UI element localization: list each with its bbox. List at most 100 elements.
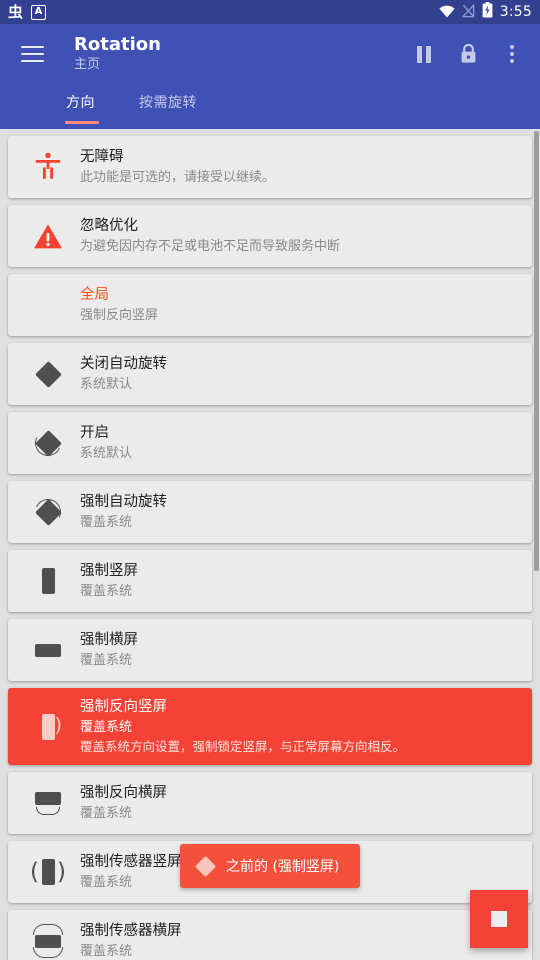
card-text: 强制反向横屏 覆盖系统 bbox=[78, 783, 522, 823]
card-title: 强制传感器横屏 bbox=[80, 923, 182, 939]
card-subtitle: 覆盖系统 bbox=[80, 653, 133, 668]
card-text: 忽略优化 为避免因内存不足或电池不足而导致服务中断 bbox=[78, 216, 522, 256]
bottom-arc bbox=[33, 947, 63, 958]
card-force-portrait[interactable]: 强制竖屏 覆盖系统 bbox=[8, 550, 532, 612]
app-bar-actions bbox=[402, 24, 534, 84]
card-text: 强制自动旋转 覆盖系统 bbox=[78, 492, 522, 532]
card-title: 强制自动旋转 bbox=[80, 494, 167, 510]
status-bar: 虫 A 3:55 bbox=[0, 0, 540, 24]
battery-charging-icon bbox=[482, 2, 493, 22]
status-bar-right-icons: 3:55 bbox=[439, 2, 532, 22]
card-text: 全局 强制反向竖屏 bbox=[78, 285, 522, 325]
tab-orientation[interactable]: 方向 bbox=[62, 84, 111, 124]
card-title: 强制反向竖屏 bbox=[80, 699, 167, 715]
card-subtitle: 强制反向竖屏 bbox=[80, 308, 159, 323]
card-title: 无障碍 bbox=[80, 149, 124, 165]
card-force-reverse-portrait[interactable]: ) 强制反向竖屏 覆盖系统 覆盖系统方向设置，强制锁定竖屏，与正常屏幕方向相反。 bbox=[8, 688, 532, 765]
keyboard-layout-icon: A bbox=[31, 4, 47, 20]
app-bar-titles: Rotation 主页 bbox=[74, 34, 161, 74]
list-scrollbar[interactable] bbox=[534, 131, 539, 571]
menu-line bbox=[20, 60, 44, 62]
landscape-shape bbox=[35, 934, 61, 948]
sensor-portrait-icon: ( ) bbox=[18, 856, 78, 888]
snackbar-label: 之前的 (强制竖屏) bbox=[226, 859, 340, 875]
menu-line bbox=[20, 53, 44, 55]
hamburger-menu-icon[interactable] bbox=[4, 26, 60, 82]
card-title: 关闭自动旋转 bbox=[80, 356, 167, 372]
card-subtitle: 覆盖系统 bbox=[80, 584, 133, 599]
card-text: 强制横屏 覆盖系统 bbox=[78, 630, 522, 670]
diamond-icon bbox=[194, 855, 217, 877]
app-bar-row: Rotation 主页 bbox=[0, 24, 540, 84]
accessibility-icon bbox=[18, 152, 78, 182]
bug-icon: 虫 bbox=[8, 2, 24, 21]
landscape-shape bbox=[35, 643, 61, 657]
card-title: 全局 bbox=[80, 287, 109, 303]
app-screen: 虫 A 3:55 Rotation 主页 方向 按需旋转 无障碍 此功能是可选的… bbox=[0, 0, 540, 960]
card-force-reverse-landscape[interactable]: 强制反向横屏 覆盖系统 bbox=[8, 772, 532, 834]
page-title: Rotation bbox=[74, 34, 161, 55]
card-text: 强制反向竖屏 覆盖系统 覆盖系统方向设置，强制锁定竖屏，与正常屏幕方向相反。 bbox=[78, 697, 522, 756]
card-title: 强制反向横屏 bbox=[80, 785, 167, 801]
tab-label: 按需旋转 bbox=[139, 95, 197, 111]
pause-icon bbox=[417, 45, 431, 63]
stop-service-fab[interactable] bbox=[470, 890, 528, 948]
card-title: 强制横屏 bbox=[80, 632, 138, 648]
clock: 3:55 bbox=[499, 4, 532, 20]
reverse-portrait-shape: ) bbox=[33, 712, 63, 742]
stop-square-icon bbox=[491, 911, 507, 927]
card-text: 关闭自动旋转 系统默认 bbox=[78, 354, 522, 394]
pause-button[interactable] bbox=[402, 30, 446, 78]
rotate-diamond-icon bbox=[18, 495, 78, 529]
wifi-icon bbox=[439, 3, 455, 22]
card-description: 覆盖系统方向设置，强制锁定竖屏，与正常屏幕方向相反。 bbox=[80, 739, 406, 754]
diamond-shape bbox=[34, 360, 62, 388]
card-subtitle: 覆盖系统 bbox=[80, 944, 133, 959]
card-text: 开启 系统默认 bbox=[78, 423, 522, 463]
card-force-auto-rotate[interactable]: 强制自动旋转 覆盖系统 bbox=[8, 481, 532, 543]
portrait-shape bbox=[41, 859, 55, 885]
rotate-diamond-icon bbox=[18, 426, 78, 460]
card-text: 强制竖屏 覆盖系统 bbox=[78, 561, 522, 601]
card-global[interactable]: 全局 强制反向竖屏 bbox=[8, 274, 532, 336]
card-subtitle: 覆盖系统 bbox=[80, 806, 133, 821]
sensor-landscape-icon bbox=[18, 924, 78, 958]
card-subtitle: 覆盖系统 bbox=[80, 515, 133, 530]
card-force-landscape[interactable]: 强制横屏 覆盖系统 bbox=[8, 619, 532, 681]
lock-button[interactable] bbox=[446, 30, 490, 78]
orientation-list[interactable]: 无障碍 此功能是可选的，请接受以继续。 忽略优化 为避免因内存不足或电池不足而导… bbox=[0, 129, 540, 960]
app-bar: Rotation 主页 方向 按需旋转 bbox=[0, 24, 540, 129]
card-subtitle: 覆盖系统 bbox=[80, 720, 133, 735]
top-arc bbox=[33, 924, 63, 935]
portrait-icon bbox=[18, 568, 78, 594]
reverse-landscape-shape bbox=[32, 788, 64, 818]
card-accessibility[interactable]: 无障碍 此功能是可选的，请接受以继续。 bbox=[8, 136, 532, 198]
tab-per-app-rotation[interactable]: 按需旋转 bbox=[135, 84, 213, 112]
rotate-diamond-shape bbox=[31, 495, 65, 529]
card-auto-rotate-on[interactable]: 开启 系统默认 bbox=[8, 412, 532, 474]
card-title: 强制竖屏 bbox=[80, 563, 138, 579]
landscape-shape bbox=[35, 791, 61, 805]
card-force-sensor-landscape[interactable]: 强制传感器横屏 覆盖系统 bbox=[8, 910, 532, 960]
rotate-diamond-shape bbox=[31, 426, 65, 460]
diamond-icon bbox=[18, 360, 78, 388]
card-subtitle: 为避免因内存不足或电池不足而导致服务中断 bbox=[80, 239, 341, 254]
card-text: 强制传感器横屏 覆盖系统 bbox=[78, 921, 522, 960]
right-arc: ) bbox=[57, 858, 66, 885]
reverse-arc bbox=[36, 806, 60, 815]
card-subtitle: 系统默认 bbox=[80, 377, 133, 392]
no-signal-icon bbox=[461, 2, 475, 22]
left-arc: ( bbox=[30, 858, 39, 885]
card-title: 开启 bbox=[80, 425, 109, 441]
card-text: 无障碍 此功能是可选的，请接受以继续。 bbox=[78, 147, 522, 187]
card-auto-rotate-off[interactable]: 关闭自动旋转 系统默认 bbox=[8, 343, 532, 405]
snackbar-previous-action[interactable]: 之前的 (强制竖屏) bbox=[180, 844, 360, 888]
sensor-landscape-shape bbox=[28, 924, 68, 958]
overflow-button[interactable] bbox=[490, 30, 534, 78]
card-ignore-optimization[interactable]: 忽略优化 为避免因内存不足或电池不足而导致服务中断 bbox=[8, 205, 532, 267]
portrait-shape bbox=[41, 713, 55, 740]
reverse-arc: ) bbox=[54, 713, 62, 736]
tab-bar: 方向 按需旋转 bbox=[0, 84, 540, 129]
portrait-shape bbox=[41, 568, 55, 594]
warning-triangle-icon bbox=[18, 223, 78, 250]
